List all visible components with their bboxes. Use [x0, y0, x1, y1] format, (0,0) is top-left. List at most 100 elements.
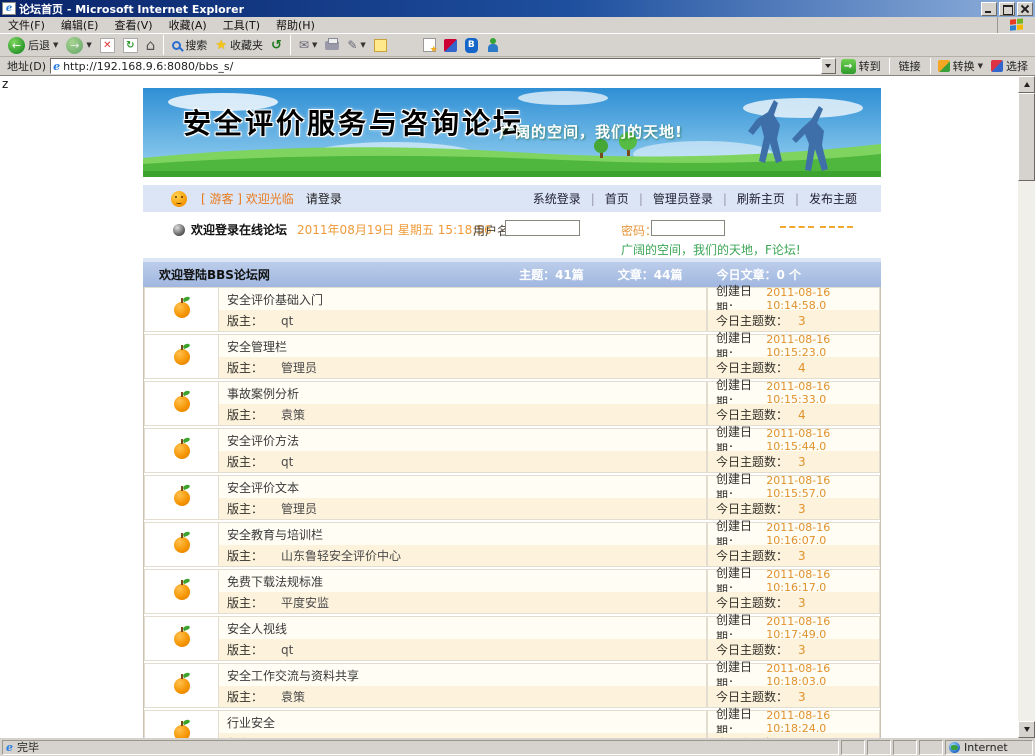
created-date: 2011-08-16 10:15:23.0: [766, 333, 873, 359]
stat-topics: 主题：41篇: [519, 266, 584, 283]
back-dropdown-icon[interactable]: ▼: [53, 41, 58, 49]
messenger-button[interactable]: [482, 34, 503, 56]
convert-dropdown-icon[interactable]: ▼: [978, 62, 983, 70]
created-date: 2011-08-16 10:16:07.0: [766, 521, 873, 547]
forum-orange-icon: [174, 443, 190, 459]
print-icon: [325, 41, 339, 50]
forum-title-link[interactable]: 行业安全: [227, 714, 275, 731]
forum-page: 安全评价服务与咨询论坛 广阔的空间，我们的天地! [ 游客 ] 欢迎光临 请登录…: [143, 76, 881, 738]
edit-button[interactable]: ✎ ▼: [343, 34, 369, 56]
history-icon: ↺: [271, 38, 282, 53]
scroll-up-button[interactable]: [1018, 76, 1035, 93]
forum-title-link[interactable]: 免费下载法规标准: [227, 573, 323, 590]
print-button[interactable]: [321, 34, 343, 56]
nav-post-topic[interactable]: 发布主题: [799, 190, 867, 207]
status-bar: e 完毕 Internet: [0, 738, 1035, 756]
select-icon: [991, 60, 1003, 72]
menu-edit[interactable]: 编辑(E): [53, 16, 107, 34]
scrollbar-thumb[interactable]: [1018, 93, 1035, 181]
windows-logo-icon: [997, 17, 1035, 33]
forum-row: 安全评价基础入门 版主： qt 创建日期： 2011-08-16 10:14:5…: [144, 287, 880, 332]
moderator-name[interactable]: qt: [281, 643, 293, 657]
menu-tools[interactable]: 工具(T): [215, 16, 268, 34]
moderator-name[interactable]: 平度安监: [281, 594, 329, 611]
research-button[interactable]: [440, 34, 461, 56]
add-favorite-button[interactable]: [419, 34, 440, 56]
title-bar: e 论坛首页 - Microsoft Internet Explorer: [0, 0, 1035, 17]
moderator-name[interactable]: 管理员: [281, 500, 317, 517]
forum-title-link[interactable]: 安全评价文本: [227, 479, 299, 496]
links-button[interactable]: 链接: [893, 58, 927, 74]
forum-title-link[interactable]: 安全工作交流与资料共享: [227, 667, 359, 684]
forum-title-link[interactable]: 事故案例分析: [227, 385, 299, 402]
vertical-scrollbar[interactable]: [1018, 76, 1035, 738]
nav-links: 系统登录| 首页| 管理员登录| 刷新主页| 发布主题: [523, 190, 867, 207]
notes-button[interactable]: [370, 34, 391, 56]
home-button[interactable]: ⌂: [142, 34, 160, 56]
forward-button[interactable]: → ▼: [62, 34, 95, 56]
moderator-name[interactable]: qt: [281, 314, 293, 328]
forum-row: 安全评价方法 版主： qt 创建日期： 2011-08-16 10:15:44.…: [144, 428, 880, 473]
address-input[interactable]: e http://192.168.9.6:8080/bbs_s/: [50, 58, 821, 74]
today-topics-label: 今日主题数：: [716, 688, 788, 705]
moderator-name[interactable]: 袁策: [281, 406, 305, 423]
created-date: 2011-08-16 10:18:03.0: [766, 662, 873, 688]
history-button[interactable]: ↺: [267, 34, 286, 56]
go-button[interactable]: → 转到: [836, 58, 886, 74]
forum-title-link[interactable]: 安全评价基础入门: [227, 291, 323, 308]
forum-title-link[interactable]: 安全人视线: [227, 620, 287, 637]
forum-title-link[interactable]: 安全评价方法: [227, 432, 299, 449]
nav-system-login[interactable]: 系统登录: [523, 190, 591, 207]
login-prompt-link[interactable]: 请登录: [306, 190, 342, 207]
close-button[interactable]: [1017, 2, 1033, 16]
mail-button[interactable]: ✉ ▼: [295, 34, 321, 56]
convert-button[interactable]: 转换 ▼: [934, 55, 987, 77]
moderator-name[interactable]: 管理员: [281, 359, 317, 376]
moderator-name[interactable]: 袁策: [281, 688, 305, 705]
today-topics-count: 3: [798, 455, 806, 469]
forum-title-link[interactable]: 安全管理栏: [227, 338, 287, 355]
nav-refresh[interactable]: 刷新主页: [727, 190, 795, 207]
mail-dropdown-icon[interactable]: ▼: [312, 41, 317, 49]
address-dropdown-button[interactable]: [821, 58, 836, 74]
menu-help[interactable]: 帮助(H): [268, 16, 323, 34]
stop-button[interactable]: ✕: [96, 34, 119, 56]
forum-table: 安全评价基础入门 版主： qt 创建日期： 2011-08-16 10:14:5…: [143, 287, 881, 738]
messenger-icon: [486, 38, 499, 52]
smiley-icon: [171, 191, 187, 207]
username-input[interactable]: [505, 220, 580, 236]
edit-dropdown-icon[interactable]: ▼: [360, 41, 365, 49]
moderator-label: 版主：: [227, 735, 263, 738]
menu-view[interactable]: 查看(V): [106, 16, 160, 34]
back-button[interactable]: ← 后退 ▼: [4, 34, 62, 56]
forum-title-link[interactable]: 安全教育与培训栏: [227, 526, 323, 543]
nav-home[interactable]: 首页: [595, 190, 639, 207]
scroll-down-button[interactable]: [1018, 721, 1035, 738]
today-topics-label: 今日主题数：: [716, 312, 788, 329]
forum-row: 安全管理栏 版主： 管理员 创建日期： 2011-08-16 10:15:23.…: [144, 334, 880, 379]
menu-file[interactable]: 文件(F): [0, 16, 53, 34]
address-url[interactable]: http://192.168.9.6:8080/bbs_s/: [63, 60, 233, 73]
forum-orange-icon: [174, 302, 190, 318]
menu-favorites[interactable]: 收藏(A): [161, 16, 215, 34]
refresh-button[interactable]: ↻: [119, 34, 142, 56]
nav-admin-login[interactable]: 管理员登录: [643, 190, 723, 207]
bluetooth-icon: B: [465, 38, 478, 53]
select-button[interactable]: 选择: [987, 55, 1032, 77]
board-stats: 主题：41篇 文章：44篇 今日文章：0 个: [519, 266, 801, 283]
forward-dropdown-icon[interactable]: ▼: [86, 41, 91, 49]
forum-row: 安全人视线 版主： qt 创建日期： 2011-08-16 10:17:49.0…: [144, 616, 880, 661]
moderator-name[interactable]: 山东鲁轻安全评价中心: [281, 547, 401, 564]
restore-button[interactable]: [999, 2, 1015, 16]
created-date: 2011-08-16 10:14:58.0: [766, 286, 873, 312]
moderator-name[interactable]: qt: [281, 455, 293, 469]
minimize-button[interactable]: [981, 2, 997, 16]
moderator-label: 版主：: [227, 453, 263, 470]
forum-row: 行业安全 版主： 创建日期： 2011-08-16 10:18:24.0 今日主…: [144, 710, 880, 738]
favorites-button[interactable]: ★ 收藏夹: [211, 34, 267, 56]
sticky-note-icon: [374, 39, 387, 52]
search-button[interactable]: 搜索: [168, 34, 211, 56]
bluetooth-button[interactable]: B: [461, 34, 482, 56]
password-input[interactable]: [651, 220, 725, 236]
today-topics-count: 3: [798, 643, 806, 657]
